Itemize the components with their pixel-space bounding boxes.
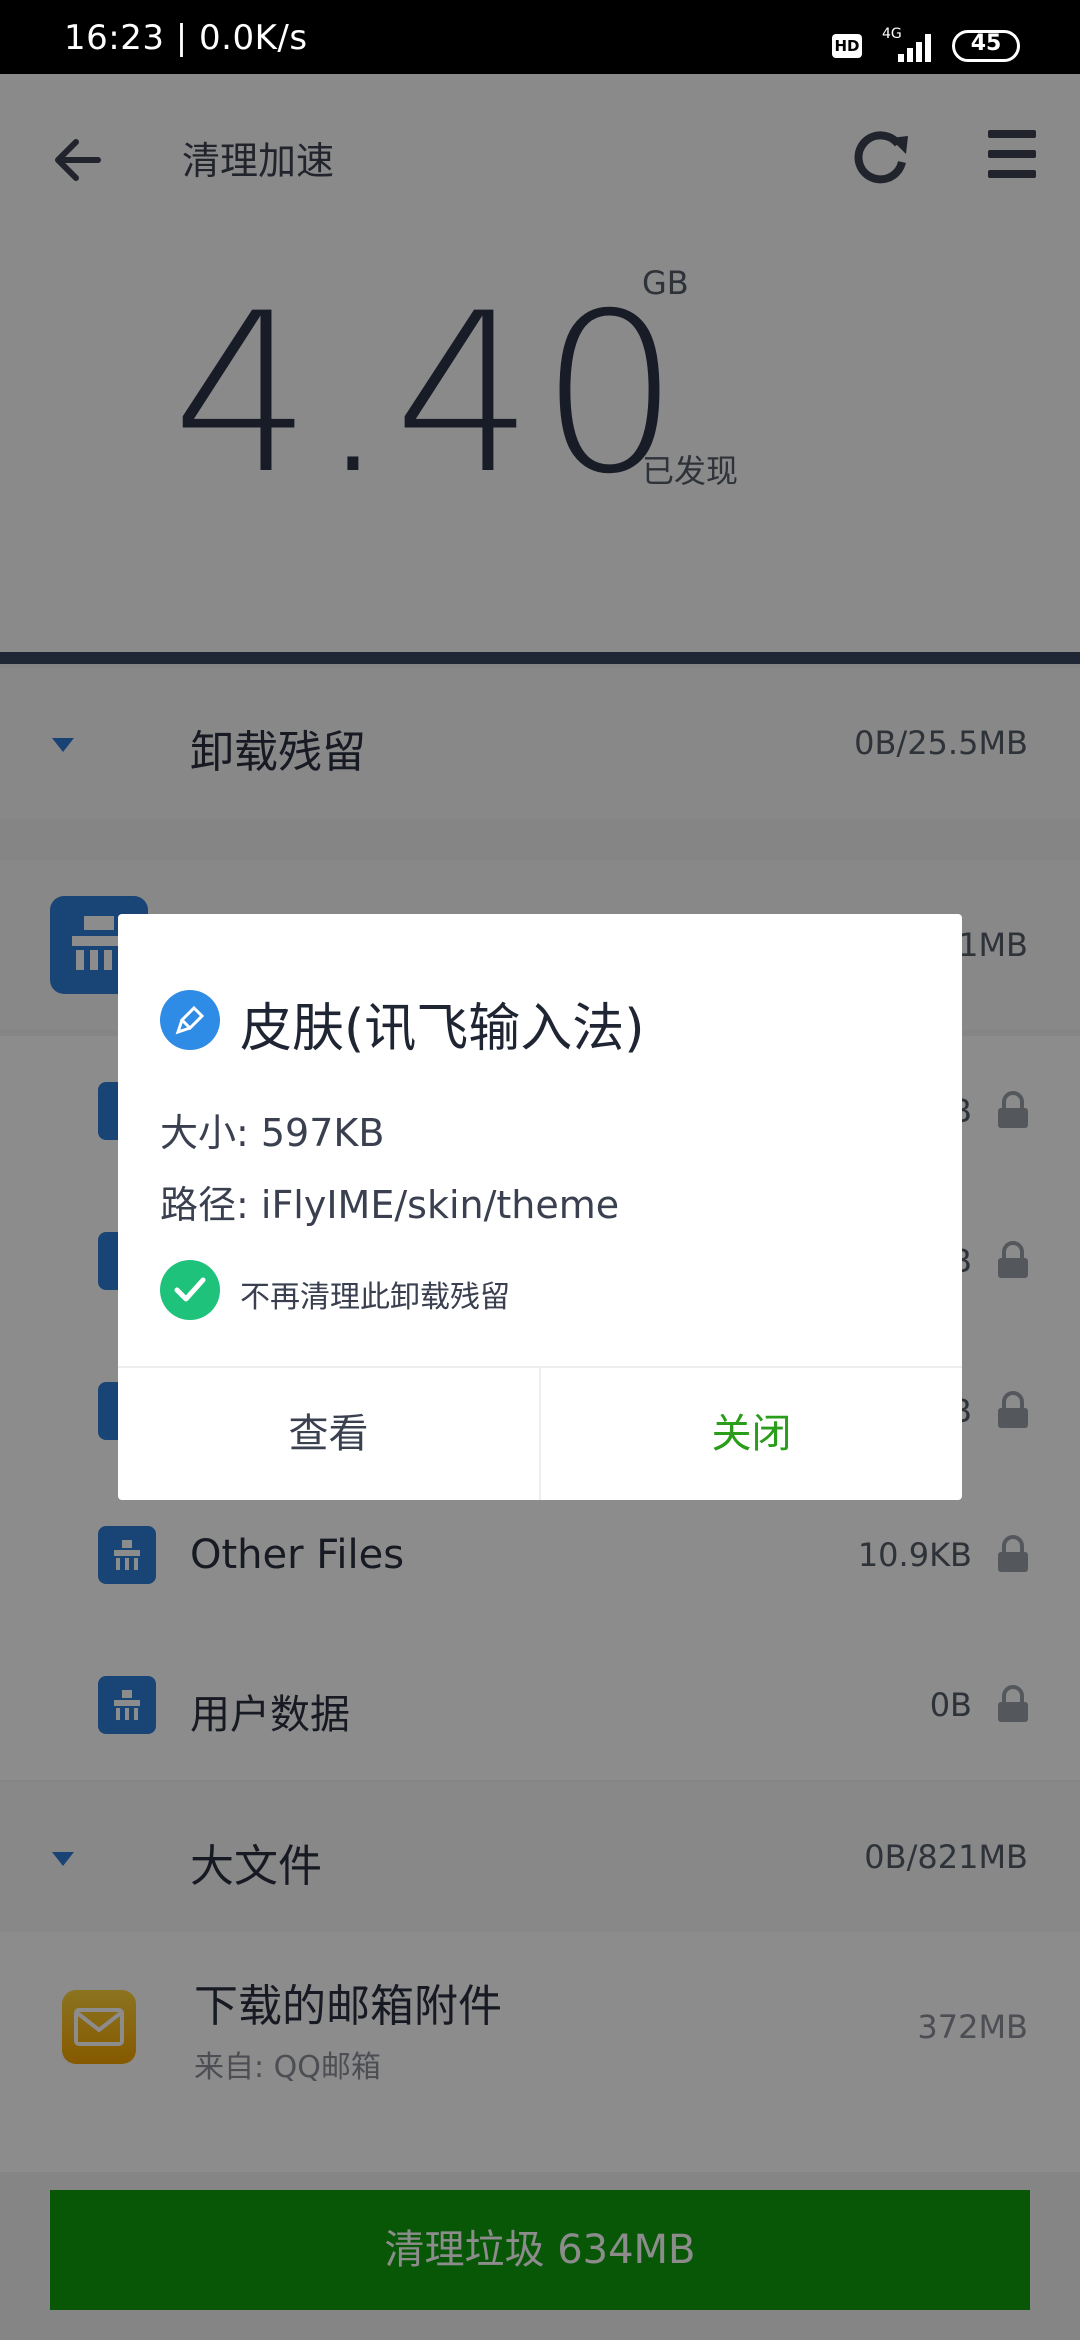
dialog-size: 大小: 597KB	[160, 1111, 385, 1155]
dialog-title: 皮肤(讯飞输入法)	[240, 999, 645, 1059]
brush-icon	[160, 990, 220, 1050]
status-time: 16:23 | 0.0K/s	[64, 18, 308, 58]
status-bar: 16:23 | 0.0K/s HD 4G 45	[0, 0, 1080, 74]
dont-clean-checkbox-label[interactable]: 不再清理此卸载残留	[240, 1272, 510, 1316]
battery-level: 45	[970, 31, 1002, 56]
hd-icon: HD	[832, 34, 862, 58]
close-button[interactable]: 关闭	[541, 1368, 962, 1500]
residue-detail-dialog: 皮肤(讯飞输入法) 大小: 597KB 路径: iFlyIME/skin/the…	[118, 914, 962, 1500]
dialog-path: 路径: iFlyIME/skin/theme	[160, 1183, 620, 1227]
view-button[interactable]: 查看	[118, 1368, 539, 1500]
signal-icon	[898, 30, 938, 62]
checkbox-checked-icon[interactable]	[160, 1260, 220, 1320]
